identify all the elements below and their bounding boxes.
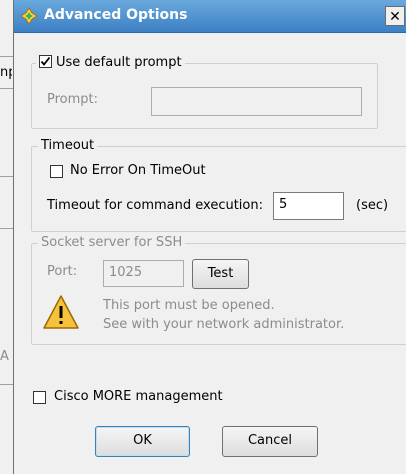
cancel-button[interactable]: Cancel (222, 426, 318, 457)
test-button[interactable]: Test (192, 259, 249, 289)
warning-line-1: This port must be opened. (103, 298, 275, 313)
ok-button[interactable]: OK (95, 426, 190, 457)
timeout-unit-label: (sec) (356, 198, 389, 213)
timeout-group: Timeout No Error On TimeOut Timeout for … (31, 138, 406, 232)
background-divider (0, 56, 14, 57)
no-error-on-timeout-label: No Error On TimeOut (70, 163, 206, 178)
advanced-options-dialog: Advanced Options ✕ Use default prompt Pr… (13, 0, 406, 474)
use-default-prompt-checkbox[interactable] (39, 55, 52, 68)
prompt-input[interactable] (151, 87, 362, 116)
use-default-prompt-label: Use default prompt (56, 55, 182, 70)
prompt-label: Prompt: (47, 92, 99, 107)
background-divider (0, 384, 14, 385)
warning-icon (43, 295, 79, 329)
port-label: Port: (47, 264, 78, 279)
socket-server-legend: Socket server for SSH (38, 235, 186, 250)
app-icon (20, 7, 38, 25)
no-error-on-timeout-checkbox[interactable] (50, 165, 63, 178)
socket-server-group: Socket server for SSH Port: 1025 Test Th… (31, 235, 406, 345)
title-bar[interactable]: Advanced Options ✕ (14, 0, 406, 33)
warning-line-2: See with your network administrator. (103, 317, 345, 332)
prompt-group-legend: Use default prompt (36, 55, 185, 70)
checkmark-icon (40, 56, 51, 66)
cisco-more-label: Cisco MORE management (54, 389, 223, 404)
prompt-group: Use default prompt Prompt: (31, 55, 378, 129)
close-icon: ✕ (389, 9, 401, 25)
timeout-legend: Timeout (38, 138, 98, 153)
cisco-more-checkbox[interactable] (33, 391, 46, 404)
background-tab-fragment: np (0, 65, 12, 80)
timeout-label: Timeout for command execution: (47, 198, 263, 213)
close-button[interactable]: ✕ (385, 6, 405, 26)
timeout-input[interactable]: 5 (273, 192, 344, 220)
background-divider (0, 176, 14, 177)
dialog-title: Advanced Options (44, 7, 188, 23)
background-divider (0, 88, 14, 89)
port-input[interactable]: 1025 (103, 260, 184, 287)
background-tab-fragment: A (0, 349, 9, 364)
background-divider (0, 228, 14, 229)
